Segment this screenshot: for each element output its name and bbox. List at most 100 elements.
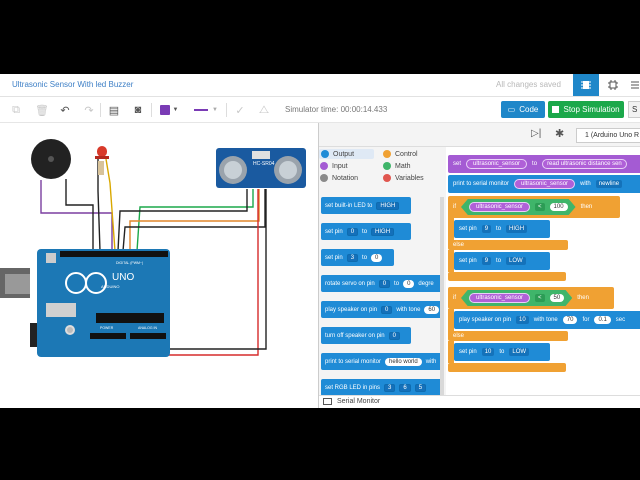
- block-dropdown[interactable]: 0: [388, 331, 400, 340]
- threshold-field[interactable]: 50: [549, 294, 565, 302]
- color-picker[interactable]: ▼: [157, 102, 181, 118]
- palette-block-rgb-led[interactable]: set RGB LED in pins 3 6 5: [321, 379, 443, 395]
- toolbar: ⧉ 🗑 ↶ ↷ ▤ ◙ ▼ ▼ ✓ ⧍ Simulator time: 00:0…: [0, 97, 640, 123]
- category-control[interactable]: Control: [383, 150, 418, 158]
- device-select[interactable]: 1 (Arduino Uno R: [576, 128, 640, 143]
- operator-dropdown[interactable]: <: [535, 203, 545, 211]
- if-header[interactable]: if ultrasonic_sensor < 100 then: [448, 196, 620, 218]
- level-dropdown[interactable]: LOW: [506, 257, 526, 265]
- block-dropdown[interactable]: HIGH: [371, 227, 395, 236]
- palette-block-speaker-off[interactable]: turn off speaker on pin 0: [321, 327, 411, 344]
- play-speaker-block[interactable]: play speaker on pin 10 with tone 70 for …: [454, 311, 640, 329]
- compare-block[interactable]: ultrasonic_sensor < 50: [461, 290, 573, 306]
- project-title[interactable]: Ultrasonic Sensor With led Buzzer: [12, 80, 133, 89]
- variable-field[interactable]: ultrasonic_sensor: [469, 202, 531, 212]
- palette-block-speaker[interactable]: play speaker on pin 0 with tone 60: [321, 301, 443, 318]
- resistor[interactable]: [98, 161, 104, 175]
- pin-dropdown[interactable]: 9: [481, 257, 492, 265]
- block-text: set pin: [459, 258, 477, 264]
- read-distance-block[interactable]: read ultrasonic distance sen: [542, 159, 627, 169]
- circuit-canvas[interactable]: HC-SR04 UNO ARDUINO DIGITAL (PWM~) POWER…: [0, 123, 318, 408]
- block-dropdown[interactable]: 0: [381, 305, 393, 314]
- set-variable-block[interactable]: set ultrasonic_sensor to read ultrasonic…: [448, 155, 640, 173]
- category-label: Output: [333, 150, 355, 158]
- if-keyword: if: [453, 204, 456, 210]
- flip-tool[interactable]: ⧍: [256, 102, 272, 118]
- code-workspace[interactable]: set ultrasonic_sensor to read ultrasonic…: [446, 147, 640, 395]
- block-field[interactable]: 0: [371, 253, 383, 262]
- debug-icon[interactable]: ✱: [555, 127, 564, 140]
- arduino-uno-board[interactable]: UNO ARDUINO DIGITAL (PWM~) POWER ANALOG …: [0, 249, 170, 357]
- delete-tool[interactable]: 🗑: [34, 102, 50, 118]
- then-keyword: then: [580, 204, 593, 210]
- board-view-button[interactable]: [600, 74, 626, 96]
- palette-block-serial-print[interactable]: print to serial monitor hello world with: [321, 353, 443, 370]
- category-output[interactable]: Output: [319, 149, 375, 159]
- code-button[interactable]: ▭ Code: [501, 101, 545, 118]
- copy-tool[interactable]: ⧉: [8, 102, 24, 118]
- palette-scrollbar[interactable]: [440, 197, 444, 395]
- red-led[interactable]: [95, 146, 109, 159]
- compare-block[interactable]: ultrasonic_sensor < 100: [461, 199, 576, 215]
- copy-icon: ⧉: [12, 103, 20, 116]
- threshold-field[interactable]: 100: [549, 203, 568, 211]
- category-math[interactable]: Math: [383, 162, 411, 170]
- block-dropdown[interactable]: 0: [378, 279, 391, 288]
- level-dropdown[interactable]: HIGH: [506, 225, 528, 233]
- serial-monitor-bar[interactable]: Serial Monitor: [319, 395, 640, 408]
- set-pin-high-block[interactable]: set pin 9 to HIGH: [454, 220, 550, 238]
- set-pin-low-block[interactable]: set pin 9 to LOW: [454, 252, 550, 270]
- block-dropdown[interactable]: 6: [399, 383, 411, 392]
- block-dropdown[interactable]: HIGH: [376, 201, 400, 210]
- stop-simulation-button[interactable]: Stop Simulation: [548, 101, 624, 118]
- variable-dropdown[interactable]: ultrasonic_sensor: [466, 159, 528, 169]
- duration-field[interactable]: 0.1: [594, 316, 611, 324]
- notes-icon: ▤: [108, 104, 120, 117]
- notes-tool[interactable]: ▤: [106, 102, 122, 118]
- undo-tool[interactable]: ↶: [57, 102, 73, 118]
- variable-field[interactable]: ultrasonic_sensor: [514, 179, 576, 189]
- block-field[interactable]: 60: [424, 305, 440, 314]
- palette-block-builtin-led[interactable]: set built-in LED to HIGH: [321, 197, 411, 214]
- palette-block-analog-pin[interactable]: set pin 3 to 0: [321, 249, 394, 266]
- pin-dropdown[interactable]: 9: [481, 225, 492, 233]
- block-dropdown[interactable]: 5: [414, 383, 427, 392]
- block-dropdown[interactable]: 3: [346, 253, 359, 262]
- circuit-view-button[interactable]: [573, 74, 599, 96]
- newline-dropdown[interactable]: newline: [595, 180, 623, 188]
- block-text: to: [532, 161, 538, 167]
- pin-dropdown[interactable]: 10: [516, 316, 529, 324]
- annotate-tool[interactable]: ◙: [130, 102, 146, 118]
- ultrasonic-sensor[interactable]: HC-SR04: [216, 148, 306, 188]
- serial-monitor-label: Serial Monitor: [337, 398, 381, 405]
- block-dropdown[interactable]: 3: [384, 383, 396, 392]
- wire-style-icon: [194, 109, 209, 111]
- if-header[interactable]: if ultrasonic_sensor < 50 then: [448, 287, 614, 309]
- share-button[interactable]: S: [628, 101, 640, 118]
- redo-tool[interactable]: ↷: [81, 102, 97, 118]
- palette-block-set-pin[interactable]: set pin 0 to HIGH: [321, 223, 411, 240]
- block-text: to: [496, 226, 502, 232]
- upload-icon[interactable]: ▷|: [531, 128, 541, 139]
- variable-field[interactable]: ultrasonic_sensor: [469, 293, 531, 303]
- tone-field[interactable]: 70: [562, 316, 578, 324]
- block-field[interactable]: hello world: [385, 357, 422, 366]
- block-dropdown[interactable]: 0: [346, 227, 359, 236]
- category-variables[interactable]: Variables: [383, 174, 424, 182]
- tinkercad-app: Ultrasonic Sensor With led Buzzer All ch…: [0, 74, 640, 408]
- pin-dropdown[interactable]: 10: [481, 348, 495, 356]
- rotate-tool[interactable]: ✓: [232, 102, 248, 118]
- palette-block-servo[interactable]: rotate servo on pin 0 to 0 degre: [321, 275, 443, 292]
- color-swatch: [159, 105, 170, 115]
- level-dropdown[interactable]: LOW: [509, 348, 530, 356]
- category-notation[interactable]: Notation: [320, 174, 358, 182]
- wire-type-picker[interactable]: ▼: [190, 102, 222, 118]
- category-input[interactable]: Input: [320, 162, 348, 170]
- schematic-view-button[interactable]: [627, 74, 640, 96]
- operator-dropdown[interactable]: <: [535, 294, 545, 302]
- chevron-down-icon: ▼: [172, 107, 179, 113]
- set-pin-10-low-block[interactable]: set pin 10 to LOW: [454, 343, 550, 361]
- serial-print-block[interactable]: print to serial monitor ultrasonic_senso…: [448, 175, 640, 193]
- code-label: Code: [519, 105, 539, 114]
- block-field[interactable]: 0: [403, 279, 415, 288]
